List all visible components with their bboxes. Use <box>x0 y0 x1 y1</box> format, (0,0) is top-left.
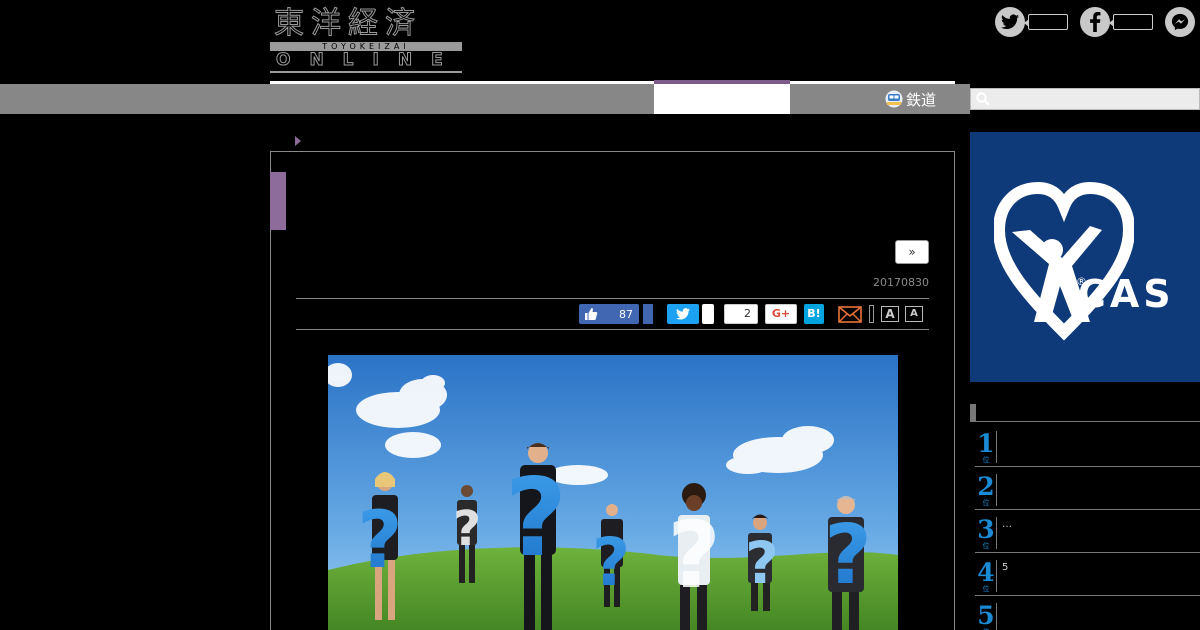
rank-divider <box>996 603 997 630</box>
font-size-large-button[interactable]: A <box>881 306 899 322</box>
svg-text:?: ? <box>745 529 779 597</box>
mail-icon[interactable] <box>838 304 862 324</box>
main-nav <box>0 84 970 114</box>
logo-online: ONLINE <box>276 50 462 70</box>
rank-divider <box>996 560 997 592</box>
article-card: » 20170830 87 2 G+ B! A A ? ? ? ? ? ? ? <box>270 151 955 630</box>
train-icon <box>885 90 903 108</box>
ranking-item[interactable]: 1位 <box>975 425 1200 467</box>
svg-text:?: ? <box>357 496 402 586</box>
ranking-item[interactable]: 2位 <box>975 468 1200 510</box>
share-bar-bottom-rule <box>296 329 929 330</box>
messenger-share[interactable] <box>1165 7 1195 37</box>
rank-divider <box>996 474 997 506</box>
ranking-item[interactable]: 4位 5 <box>975 554 1200 596</box>
hatena-bookmark-button[interactable]: B! <box>804 304 824 324</box>
rank-number: 4位 <box>977 558 995 593</box>
rank-number: 2位 <box>977 472 995 507</box>
rank-divider <box>996 431 997 463</box>
facebook-count-bubble <box>1109 14 1153 30</box>
ranking-item[interactable]: 3位 … <box>975 511 1200 553</box>
search-input[interactable] <box>970 88 1200 110</box>
share-separator <box>869 305 874 323</box>
nav-item-railway[interactable]: 鉄道 <box>885 88 936 110</box>
twitter-count-bubble <box>1024 14 1068 30</box>
svg-text:?: ? <box>667 502 720 609</box>
page: 東洋経済 TOYOKEIZAI ONLINE 鉄道 » 20170830 87 … <box>0 0 1200 630</box>
svg-text:?: ? <box>453 501 481 557</box>
nav-railway-label: 鉄道 <box>906 90 937 109</box>
tweet-count <box>702 304 714 324</box>
rank-title: 5 <box>1002 562 1009 573</box>
nav-top-border <box>270 81 955 84</box>
title-accent-bar <box>270 172 286 230</box>
sidebar-ad-banner[interactable]: ® CAS <box>970 132 1200 382</box>
site-logo[interactable]: 東洋経済 TOYOKEIZAI ONLINE <box>270 6 462 73</box>
svg-text:?: ? <box>592 524 630 601</box>
google-plus-button[interactable]: G+ <box>765 304 797 324</box>
next-page-button[interactable]: » <box>895 240 929 264</box>
heart-person-logo-icon <box>994 182 1134 341</box>
facebook-icon <box>1080 7 1110 37</box>
article-hero-image: ? ? ? ? ? ? ? <box>328 355 898 630</box>
hatena-count: 2 <box>724 304 758 324</box>
rank-number: 1位 <box>977 429 995 464</box>
rank-title: … <box>1002 519 1012 530</box>
ranking-item[interactable]: 5位 <box>975 597 1200 630</box>
share-bar-top-rule <box>296 298 929 299</box>
facebook-like-button[interactable]: 87 <box>579 304 639 324</box>
article-date: 20170830 <box>873 276 929 289</box>
svg-text:?: ? <box>824 508 872 603</box>
logo-kanji: 東洋経済 <box>274 6 422 42</box>
twitter-icon <box>995 7 1025 37</box>
search-icon <box>976 92 990 106</box>
logo-underline <box>270 71 462 73</box>
twitter-follow[interactable] <box>995 7 1068 37</box>
rank-number: 3位 <box>977 515 995 550</box>
rank-number: 5位 <box>977 601 995 630</box>
thumbs-up-icon <box>585 308 598 320</box>
like-count: 87 <box>619 307 633 321</box>
ranking-header-rule <box>970 421 1200 422</box>
tweet-button[interactable] <box>667 304 699 324</box>
ranking-header-tab <box>970 404 976 422</box>
messenger-icon <box>1165 7 1195 37</box>
nav-item-active[interactable] <box>654 84 790 114</box>
facebook-share-extra[interactable] <box>643 304 653 324</box>
font-size-small-button[interactable]: A <box>905 306 923 322</box>
rank-divider <box>996 517 997 549</box>
ad-brand-text: CAS <box>1078 272 1175 316</box>
svg-text:?: ? <box>505 456 568 581</box>
twitter-bird-icon <box>676 308 690 320</box>
facebook-follow[interactable] <box>1080 7 1153 37</box>
breadcrumb-arrow-icon[interactable] <box>295 136 301 146</box>
